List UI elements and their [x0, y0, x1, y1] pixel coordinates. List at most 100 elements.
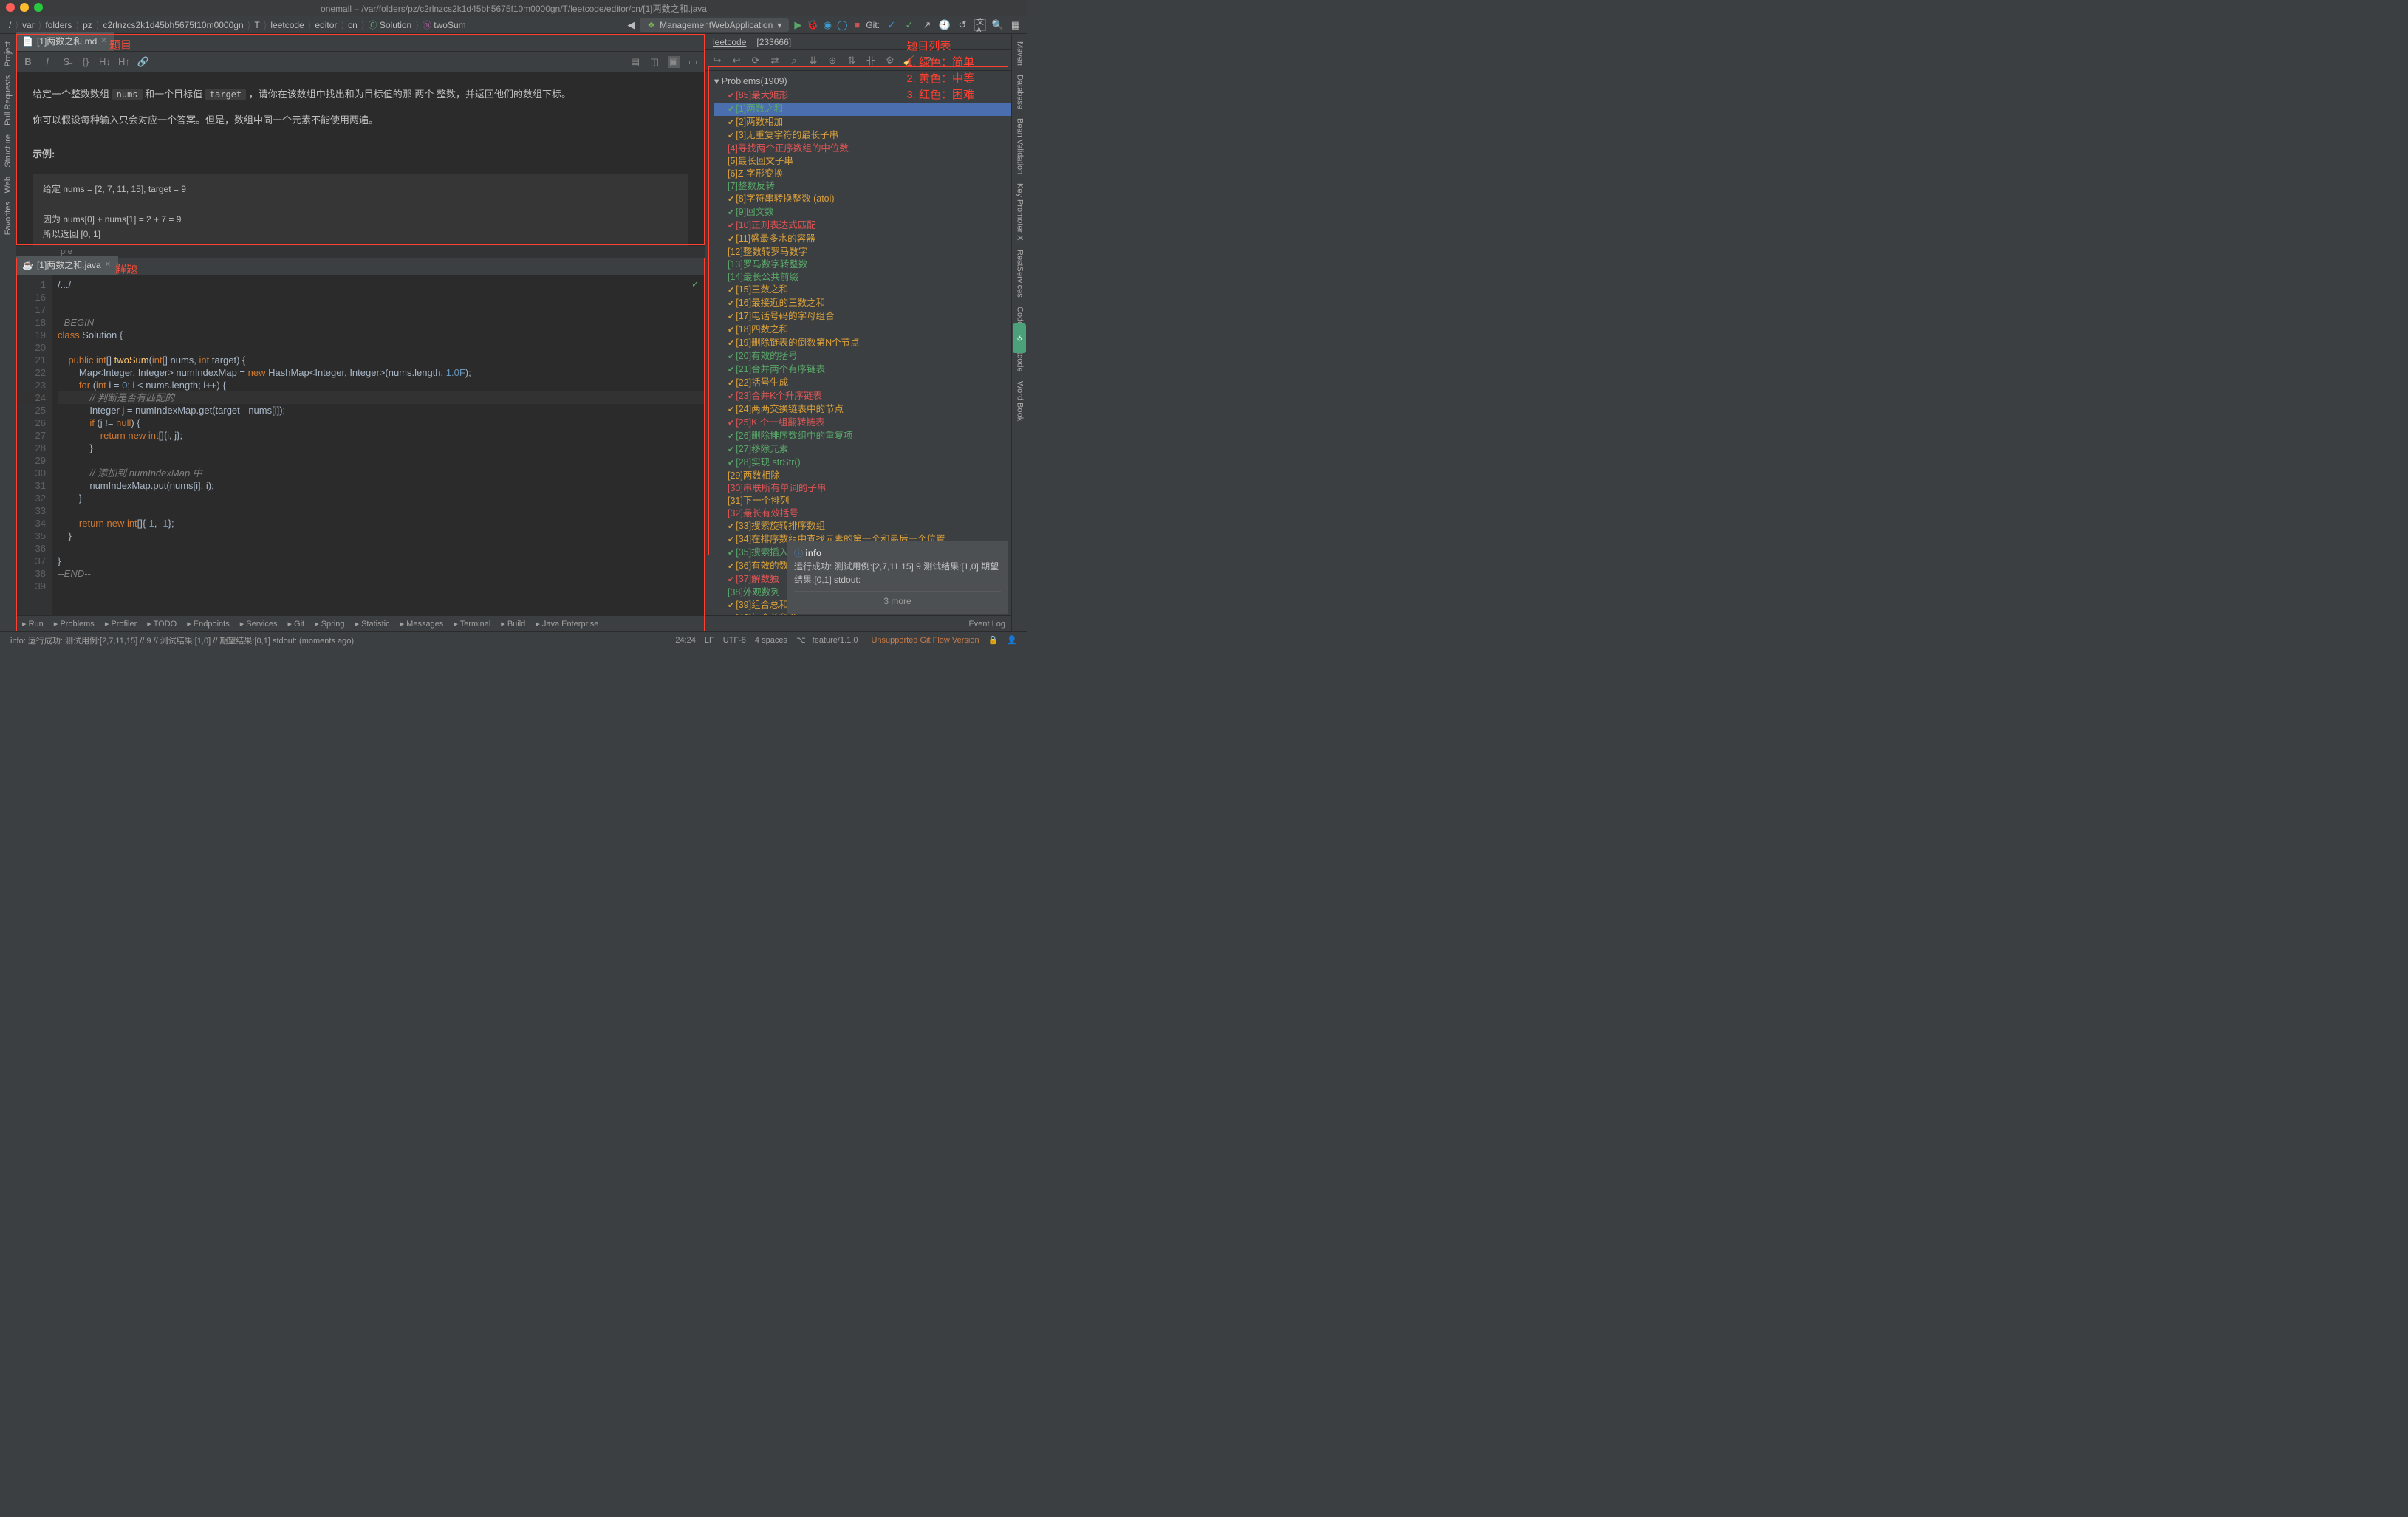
- problem-item[interactable]: [85]最大矩形: [714, 89, 1011, 103]
- problem-item[interactable]: [20]有效的括号: [714, 350, 1011, 363]
- presentation-icon[interactable]: ▭: [687, 56, 699, 68]
- desc-file-tab[interactable]: 📄 [1]两数之和.md ✕: [16, 32, 114, 51]
- refresh-icon[interactable]: ⟳: [750, 55, 762, 66]
- breadcrumb-item[interactable]: cn: [345, 20, 360, 30]
- bottom-tool[interactable]: ▸ Problems: [54, 619, 95, 629]
- problem-item[interactable]: [19]删除链表的倒数第N个节点: [714, 337, 1011, 350]
- bottom-tool[interactable]: ▸ Run: [22, 619, 44, 629]
- bottom-tool[interactable]: ▸ Endpoints: [187, 619, 230, 629]
- problem-item[interactable]: [33]搜索旋转排序数组: [714, 520, 1011, 533]
- breadcrumb-item[interactable]: T: [251, 20, 262, 30]
- split-view-icon[interactable]: ◫: [649, 56, 660, 68]
- indent[interactable]: 4 spaces: [755, 636, 787, 645]
- structure-icon[interactable]: ▦: [1010, 19, 1022, 31]
- maximize-window-icon[interactable]: [34, 3, 43, 12]
- italic-icon[interactable]: I: [41, 56, 53, 68]
- help-icon[interactable]: ?: [923, 55, 934, 66]
- h1-icon[interactable]: H↓: [99, 56, 111, 68]
- clear-icon[interactable]: 🧹: [903, 55, 915, 66]
- notification-balloon[interactable]: ⓘ info 运行成功: 测试用例:[2,7,11,15] 9 测试结果:[1,…: [787, 541, 1008, 614]
- breadcrumb-item[interactable]: ⓜ twoSum: [420, 20, 469, 30]
- right-tab[interactable]: Database: [1014, 70, 1026, 114]
- problem-item[interactable]: [13]罗马数字转整数: [714, 258, 1011, 271]
- problem-item[interactable]: [26]删除排序数组中的重复项: [714, 430, 1011, 443]
- translate-icon[interactable]: 文A: [974, 19, 986, 31]
- git-commit-icon[interactable]: ✓: [903, 19, 915, 31]
- problem-item[interactable]: [16]最接近的三数之和: [714, 297, 1011, 310]
- code-editor[interactable]: ✓ 11617181920212223242526272829303132333…: [16, 275, 705, 631]
- problem-item[interactable]: [10]正则表达式匹配: [714, 219, 1011, 233]
- search-icon[interactable]: 🔍: [992, 19, 1004, 31]
- problem-item[interactable]: [9]回文数: [714, 206, 1011, 219]
- lock-icon[interactable]: 🔒: [988, 635, 999, 645]
- bottom-tool[interactable]: ▸ Terminal: [454, 619, 490, 629]
- position-icon[interactable]: ⊕: [827, 55, 838, 66]
- encoding[interactable]: UTF-8: [723, 636, 746, 645]
- line-separator[interactable]: LF: [705, 636, 714, 645]
- strike-icon[interactable]: S̶: [61, 56, 72, 68]
- leetcode-id-tab[interactable]: [233666]: [756, 37, 791, 47]
- git-rollback-icon[interactable]: ↺: [957, 19, 968, 31]
- logout-icon[interactable]: ↩: [731, 55, 742, 66]
- hector-icon[interactable]: 👤: [1007, 635, 1017, 645]
- problem-item[interactable]: [17]电话号码的字母组合: [714, 310, 1011, 323]
- problem-item[interactable]: [11]盛最多水的容器: [714, 233, 1011, 246]
- profile-icon[interactable]: ◯: [836, 19, 848, 31]
- problem-item[interactable]: [24]两两交换链表中的节点: [714, 403, 1011, 417]
- code-icon[interactable]: {}: [80, 56, 92, 68]
- leetcode-tab[interactable]: leetcode: [713, 37, 746, 47]
- problem-item[interactable]: [21]合并两个有序链表: [714, 363, 1011, 377]
- git-branch[interactable]: ⌥ feature/1.1.0: [796, 635, 863, 645]
- close-tab-icon[interactable]: ✕: [105, 261, 111, 269]
- breadcrumb-item[interactable]: Ⓒ Solution: [366, 20, 415, 30]
- right-tab[interactable]: Word Book: [1014, 377, 1026, 425]
- breadcrumb-item[interactable]: c2rlnzcs2k1d45bh5675f10m0000gn: [100, 20, 246, 30]
- left-tab[interactable]: Favorites: [2, 197, 14, 239]
- right-tab[interactable]: Bean Validation: [1014, 114, 1026, 179]
- login-icon[interactable]: ↪: [711, 55, 723, 66]
- problem-item[interactable]: [31]下一个排列: [714, 495, 1011, 507]
- bottom-tool[interactable]: ▸ Spring: [315, 619, 344, 629]
- bottom-tool[interactable]: ▸ TODO: [147, 619, 177, 629]
- git-push-icon[interactable]: ↗: [921, 19, 933, 31]
- left-tab[interactable]: Project: [2, 37, 14, 71]
- problem-item[interactable]: [8]字符串转换整数 (atoi): [714, 193, 1011, 206]
- prev-config-icon[interactable]: ◀: [625, 19, 637, 31]
- left-tab[interactable]: Structure: [2, 130, 14, 172]
- close-tab-icon[interactable]: ✕: [100, 37, 106, 45]
- caret-position[interactable]: 24:24: [675, 636, 696, 645]
- problem-item[interactable]: [30]串联所有单词的子串: [714, 482, 1011, 495]
- breadcrumb-item[interactable]: folders: [42, 20, 75, 30]
- problem-item[interactable]: [28]实现 strStr(): [714, 456, 1011, 470]
- left-tab[interactable]: Web: [2, 172, 14, 197]
- codota-badge[interactable]: ⟲: [1013, 323, 1026, 353]
- toggle-icon[interactable]: 卝: [865, 55, 877, 66]
- settings-icon[interactable]: ⚙: [884, 55, 896, 66]
- problem-item[interactable]: [22]括号生成: [714, 377, 1011, 390]
- problem-item[interactable]: [3]无重复字符的最长子串: [714, 129, 1011, 143]
- right-tab[interactable]: Maven: [1014, 37, 1026, 70]
- problem-item[interactable]: [25]K 个一组翻转链表: [714, 417, 1011, 430]
- notif-more[interactable]: 3 more: [794, 591, 1001, 608]
- debug-icon[interactable]: 🐞: [807, 19, 818, 31]
- problem-item[interactable]: [29]两数相除: [714, 470, 1011, 482]
- breadcrumb-item[interactable]: var: [19, 20, 38, 30]
- link-icon[interactable]: 🔗: [137, 56, 149, 68]
- find-icon[interactable]: ⌕: [788, 55, 800, 66]
- minimize-window-icon[interactable]: [20, 3, 29, 12]
- problem-item[interactable]: [23]合并K个升序链表: [714, 390, 1011, 403]
- breadcrumb-item[interactable]: editor: [312, 20, 340, 30]
- left-tab[interactable]: Pull Requests: [2, 71, 14, 130]
- problem-item[interactable]: [6]Z 字形变换: [714, 168, 1011, 180]
- close-window-icon[interactable]: [6, 3, 15, 12]
- coverage-icon[interactable]: ◉: [821, 19, 833, 31]
- event-log-button[interactable]: Event Log: [968, 620, 1005, 629]
- problem-item[interactable]: [15]三数之和: [714, 284, 1011, 297]
- problem-item[interactable]: [2]两数相加: [714, 116, 1011, 129]
- problem-item[interactable]: [32]最长有效括号: [714, 507, 1011, 520]
- bold-icon[interactable]: B: [22, 56, 34, 68]
- stop-icon[interactable]: ■: [851, 19, 863, 31]
- editor-view-icon[interactable]: ▤: [629, 56, 641, 68]
- run-config-dropdown[interactable]: ❖ ManagementWebApplication ▾: [640, 18, 789, 32]
- problem-item[interactable]: [14]最长公共前缀: [714, 271, 1011, 284]
